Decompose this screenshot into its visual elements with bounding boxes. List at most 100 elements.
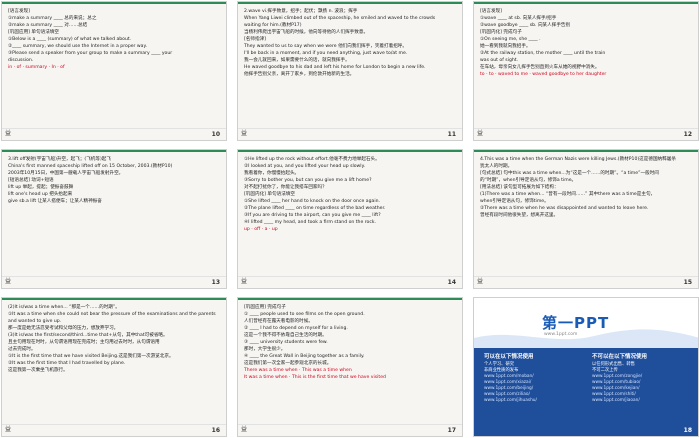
slide-text: 当杨利伟爬出宇宙飞船的时候，他向等待他的人们挥手致意。 <box>244 30 369 35</box>
slide-text: 那时，大学生很少。 <box>244 347 286 352</box>
slide-thumbnail-14[interactable]: ①He lifted up the rock without effort.他毫… <box>237 149 463 289</box>
footer-logo: 益 <box>477 130 484 137</box>
slide-number: 10 <box>211 131 220 138</box>
brand-site: www.1ppt.com <box>544 332 578 337</box>
slide-content: 4.This was a time when the German Nazis … <box>480 156 692 274</box>
slide-text: 这是我第一次乘坐飞机旅行。 <box>8 368 68 373</box>
slide-text: ② ____ I had to depend on myself for a l… <box>244 326 348 331</box>
slide-accent-bar <box>474 150 698 152</box>
slide-text: ②I looked at you, and you lifted your he… <box>244 164 366 169</box>
slide-accent-bar <box>2 2 226 4</box>
slide-text: 过去完成时。 <box>8 347 36 352</box>
slide-text: 他挥手告别父亲，离开了家乡，到伦敦开始新的生活。 <box>244 72 355 77</box>
answer-key: to · to · waved to me · waved goodbye to… <box>480 72 607 77</box>
slide-text: lift one's head up 把头抬起来 <box>8 192 73 197</box>
slide-thumbnail-16[interactable]: (2)It is/was a time when... “那是一个……的时期”。… <box>1 297 227 437</box>
slide-text: [语言发现] <box>480 9 502 14</box>
slide-text: ①She lifted ____ her hand to knock on th… <box>244 199 380 204</box>
slide-content: [语言发现] ①wave ____ at sb. 向某人挥手/招手 ②wave … <box>480 8 692 126</box>
slide-text: ②It was the first time that I had travel… <box>8 361 126 366</box>
slide-text: ②____ summary, we should use the Interne… <box>8 44 148 49</box>
slide-text: [句式总结] 句中this was a time when...为“这是一个……… <box>480 171 659 176</box>
link-item[interactable]: www.1ppt.com/jiaoan/ <box>592 398 692 404</box>
slide-number: 13 <box>211 279 220 286</box>
slide-footer: 益 16 <box>2 424 226 436</box>
slide-text: 的“时期”，when引导定语从句，修饰a time。 <box>480 178 577 183</box>
slide-thumbnail-12[interactable]: [语言发现] ①wave ____ at sb. 向某人挥手/招手 ②wave … <box>473 1 699 141</box>
slide-text: ③ ____ university students were few. <box>244 340 328 345</box>
slide-text: 且主句用现在时时，从句谓语用现在完成时；主句用过去时时，从句谓语用 <box>8 340 160 345</box>
link-item[interactable]: www.1ppt.com/jihuashu/ <box>484 398 584 404</box>
slide-text: give sb.a lift 让某人搭便车；让某人精神振奋 <box>8 199 102 204</box>
slide-text: He waved goodbye to his dad and left his… <box>244 65 426 70</box>
slide-thumbnail-11[interactable]: 2.wave vi.挥手致意，招手；起伏；飘扬 n. 波浪；挥手 When Ya… <box>237 1 463 141</box>
slide-number: 18 <box>683 427 692 434</box>
slide-text: 那一度是她无法忍受考试和父母的压力，想放弃学习。 <box>8 326 119 331</box>
slide-thumbnail-15[interactable]: 4.This was a time when the German Nazis … <box>473 149 699 289</box>
footer-logo: 益 <box>241 426 248 433</box>
slide-thumbnail-10[interactable]: [语言发现] ①make a summary ____ 总的来说；总之 ②mak… <box>1 1 227 141</box>
slide-text: (3)It is/was the first/second/third...ti… <box>8 333 168 338</box>
slide-text: discussion. <box>8 58 34 63</box>
slide-text: [短语总结] 动词+短语 <box>8 178 54 183</box>
footer-logo: 益 <box>241 278 248 285</box>
slide-text: was out of sight. <box>480 58 519 63</box>
slide-accent-bar <box>238 298 462 300</box>
slide-text: 我看着你，你慢慢抬起头。 <box>244 171 300 176</box>
slide-content: 3.lift off发射(宇宙飞船)升空，起飞；(飞机等)起飞 China's … <box>8 156 220 274</box>
slide-accent-bar <box>238 2 462 4</box>
slide-text: I'll be back in a moment, and if you nee… <box>244 51 408 56</box>
slide-text: 犹太人的时期。 <box>480 164 513 169</box>
slide-text: 2.wave vi.挥手致意，招手；起伏；飘扬 n. 波浪；挥手 <box>244 9 358 14</box>
slide-text: ②make a summary ____ 对……总结 <box>8 23 88 28</box>
slide-content: [语言发现] ①make a summary ____ 总的来说；总之 ②mak… <box>8 8 220 126</box>
slide-text: [巩固应用] 单句语法填空 <box>8 30 59 35</box>
slide-text: 4.This was a time when the German Nazis … <box>480 157 676 162</box>
slide-text: China's first manned spaceship lifted of… <box>8 164 173 169</box>
footer-logo: 益 <box>477 278 484 285</box>
slide-text: ①It was a time when she could not bear t… <box>8 312 216 317</box>
slide-text: 在车站，母亲向女儿挥手告别直到火车从她的视野中消失。 <box>480 65 600 70</box>
footer-logo: 益 <box>241 130 248 137</box>
slide-text: ④ ____ the Great Wall in Beijing togethe… <box>244 354 365 359</box>
slide-footer: 益 12 <box>474 128 698 140</box>
slide-thumbnail-13[interactable]: 3.lift off发射(宇宙飞船)升空，起飞；(飞机等)起飞 China's … <box>1 149 227 289</box>
slide-text: ②The plane lifted ____ on time regardles… <box>244 206 386 211</box>
slide-footer: 益 13 <box>2 276 226 288</box>
slide-number: 11 <box>447 131 456 138</box>
footer-logo: 益 <box>5 130 12 137</box>
slide-text: 2003年10月15日，中国第一艘载人宇宙飞船发射升空。 <box>8 171 124 176</box>
usage-allowed-heading: 可以在以下情况使用 <box>484 354 534 360</box>
slide-text: lift up 举起，提起；使振奋鼓舞 <box>8 185 74 190</box>
slide-text: When Yang Liwei climbed out of the space… <box>244 16 436 21</box>
slide-text: ①wave ____ at sb. 向某人挥手/招手 <box>480 16 557 21</box>
slide-accent-bar <box>238 150 462 152</box>
slide-text: ②wave goodbye ____ sb. 向某人挥手告别 <box>480 23 571 28</box>
answer-key: in · of · summary · In · of <box>8 65 65 70</box>
slide-content: 2.wave vi.挥手致意，招手；起伏；飘扬 n. 波浪；挥手 When Ya… <box>244 8 456 126</box>
slide-accent-bar <box>2 150 226 152</box>
slide-footer: 益 17 <box>238 424 462 436</box>
slide-text: ①Below is a ____ (summary) of what we ta… <box>8 37 132 42</box>
slide-thumbnail-17[interactable]: [巩固应用] 完成句子 ① ____ people used to see fi… <box>237 297 463 437</box>
footer-logo: 益 <box>5 426 12 433</box>
slide-thumbnail-18[interactable]: 第一PPT www.1ppt.com 可以在以下情况使用 个人学习、研究 非商业… <box>473 297 699 437</box>
slide-text: ③If you are driving to the airport, can … <box>244 213 381 218</box>
slide-text: 她一看到我就向我招手。 <box>480 44 531 49</box>
answer-key: up · off · a · up <box>244 227 278 232</box>
slide-text: 对不起打扰你了，你能让我搭车回家吗？ <box>244 185 327 190</box>
slide-content: ①He lifted up the rock without effort.他毫… <box>244 156 456 274</box>
slide-accent-bar <box>2 298 226 300</box>
slide-text: ①On seeing me, she ____ . <box>480 37 541 42</box>
slide-footer: 益 14 <box>238 276 462 288</box>
answer-key: There was a time when · This was a time … <box>244 368 352 373</box>
slide-text: 这是我们第一次全家一起参观北京的长城。 <box>244 361 332 366</box>
slide-text: [巩固应用] 完成句子 <box>244 305 286 310</box>
slide-text: and wanted to give up. <box>8 319 62 324</box>
slide-text: waiting for him.(教材P17) <box>244 23 302 28</box>
slide-text: 我一会儿就回来，如果需要什么的话，就向我挥手。 <box>244 58 350 63</box>
usage-forbidden-list: 不可以在以下情况使用 以任何形式出售、转售 不可二次上传 www.1ppt.co… <box>592 354 692 404</box>
slide-text: [巩固内化] 完成句子 <box>480 30 522 35</box>
slide-text: They wanted to us to say when we were 他们… <box>244 44 407 49</box>
usage-forbidden-heading: 不可以在以下情况使用 <box>592 354 648 360</box>
